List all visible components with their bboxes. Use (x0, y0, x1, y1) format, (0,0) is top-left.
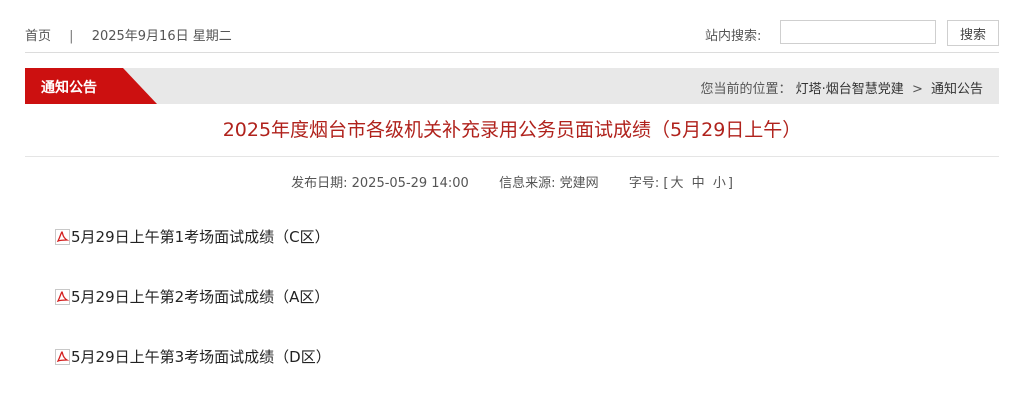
attachment-link[interactable]: 5月29日上午第3考场面试成绩（D区） (71, 348, 331, 366)
column-tag: 通知公告 (25, 68, 157, 104)
top-left: 首页 | 2025年9月16日 星期二 (25, 25, 232, 44)
breadcrumb-prefix: 您当前的位置： (700, 82, 792, 97)
divider (25, 156, 999, 157)
article-title: 2025年度烟台市各级机关补充录用公务员面试成绩（5月29日上午） (222, 119, 802, 141)
publish-label: 发布日期: (291, 176, 348, 191)
column-bar: 通知公告 您当前的位置： 灯塔·烟台智慧党建 > 通知公告 (25, 68, 999, 104)
attachment-link[interactable]: 5月29日上午第2考场面试成绩（A区） (71, 288, 329, 306)
search-input[interactable] (780, 20, 936, 44)
search-label: 站内搜索: (705, 29, 762, 44)
pdf-icon (55, 229, 70, 249)
attachment-item: 5月29日上午第1考场面试成绩（C区） (55, 226, 330, 248)
pdf-icon (55, 289, 70, 309)
top-bar: 首页 | 2025年9月16日 星期二 站内搜索: 搜索 (25, 18, 999, 53)
search-button[interactable]: 搜索 (947, 20, 999, 46)
article-meta: 发布日期: 2025-05-29 14:00 信息来源: 党建网 字号: [大 … (25, 172, 999, 191)
breadcrumb: 您当前的位置： 灯塔·烟台智慧党建 > 通知公告 (701, 78, 984, 97)
publish-date: 2025-05-29 14:00 (351, 176, 469, 191)
breadcrumb-current-link[interactable]: 通知公告 (931, 82, 983, 97)
font-large-link[interactable]: 大 (671, 176, 684, 191)
column-tag-label: 通知公告 (41, 80, 97, 96)
fontsize-label: 字号: (628, 176, 660, 191)
breadcrumb-site-link[interactable]: 灯塔·烟台智慧党建 (796, 82, 904, 97)
bracket-close: ] (727, 176, 733, 191)
pdf-icon (55, 349, 70, 369)
font-medium-link[interactable]: 中 (692, 176, 705, 191)
bracket-open: [ (663, 176, 669, 191)
attachment-item: 5月29日上午第3考场面试成绩（D区） (55, 346, 331, 368)
attachment-link[interactable]: 5月29日上午第1考场面试成绩（C区） (71, 228, 330, 246)
attachment-item: 5月29日上午第2考场面试成绩（A区） (55, 286, 329, 308)
current-date: 2025年9月16日 星期二 (91, 29, 232, 44)
separator: | (69, 29, 74, 44)
source-label: 信息来源: (499, 176, 556, 191)
home-link[interactable]: 首页 (25, 29, 51, 44)
breadcrumb-arrow: > (911, 82, 923, 97)
font-small-link[interactable]: 小 (713, 176, 726, 191)
source-value: 党建网 (559, 176, 599, 191)
